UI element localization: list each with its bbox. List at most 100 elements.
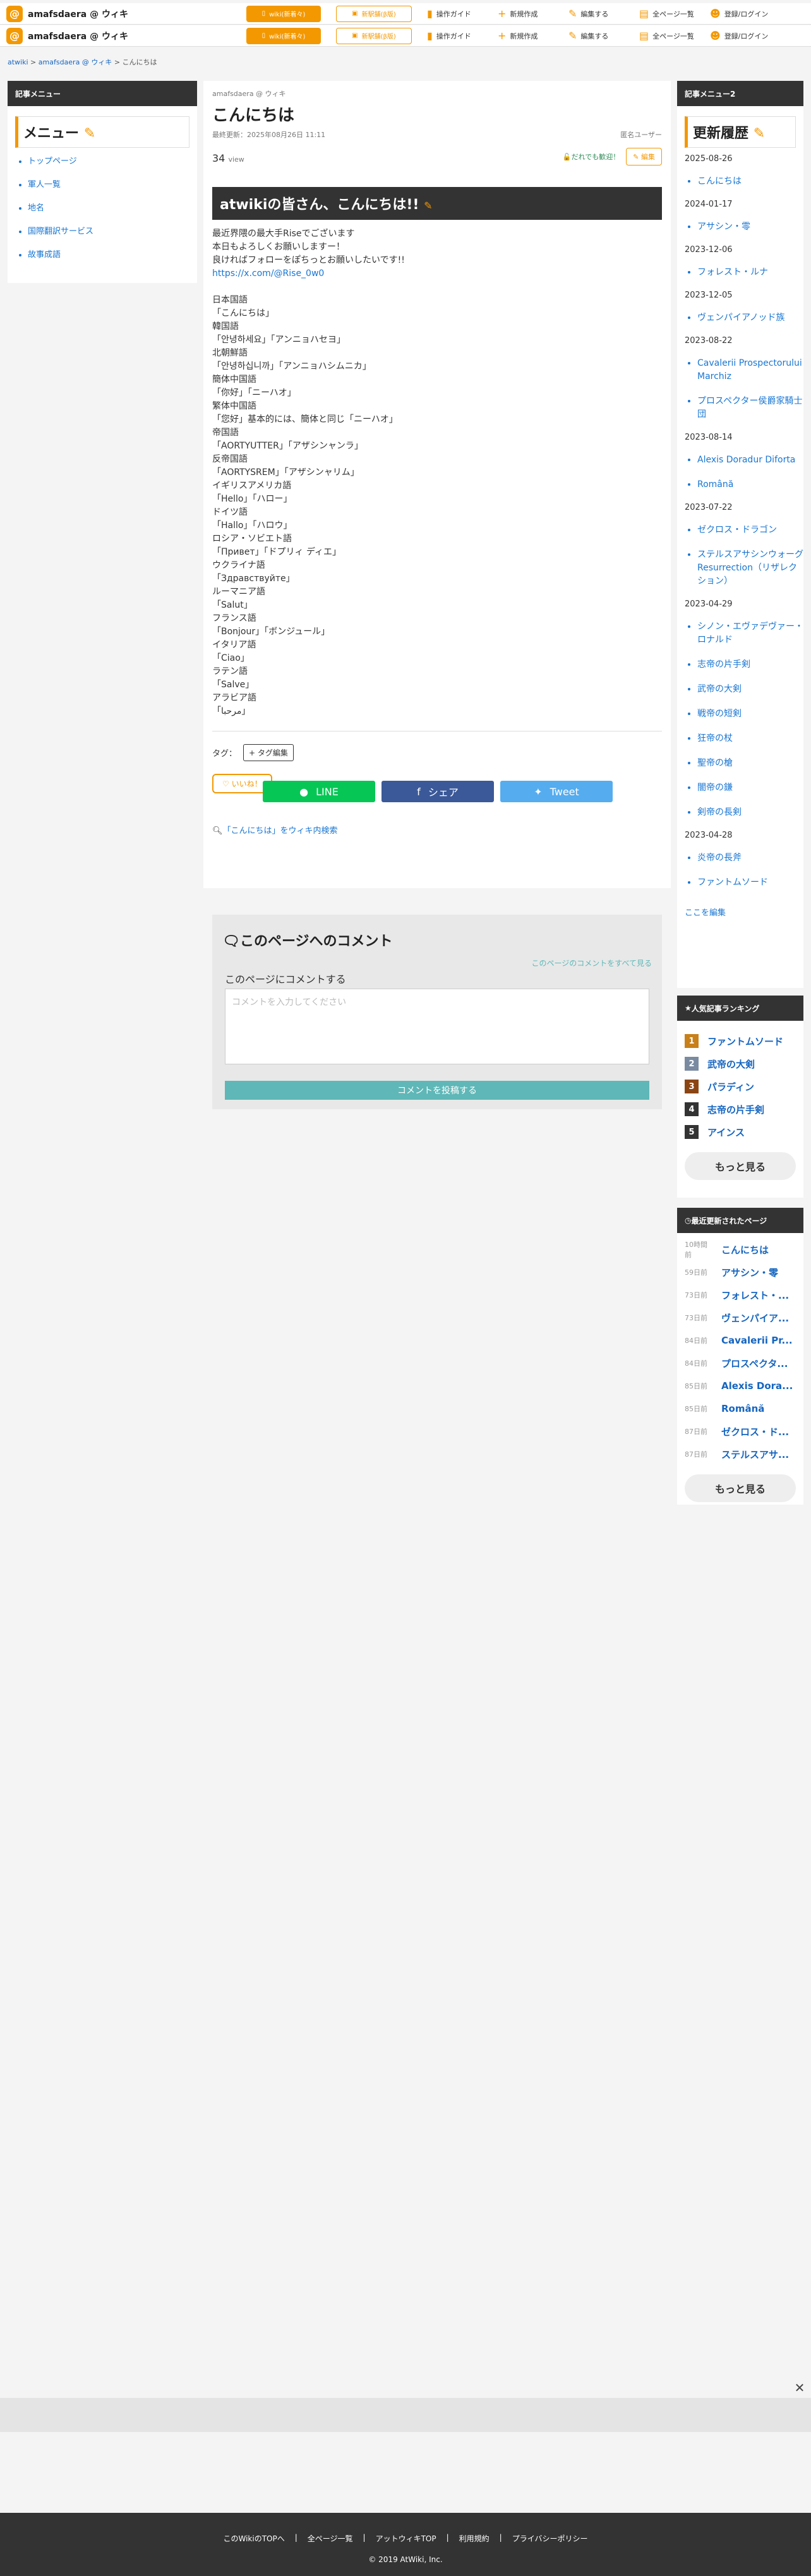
pencil-icon[interactable]: ✎: [84, 126, 95, 141]
history-item[interactable]: アサシン・零: [697, 220, 803, 234]
recent-link[interactable]: アサシン・零: [721, 1266, 778, 1279]
history-item[interactable]: Cavalerii Prospectorului Marchiz: [697, 357, 803, 383]
ranking-item[interactable]: 1 ファントムソード: [677, 1030, 803, 1052]
edit-sidebar-link[interactable]: ここを編集: [685, 908, 726, 918]
history-item[interactable]: ヴェンパイアノッド族: [697, 311, 803, 325]
recent-link[interactable]: Alexis Dora...: [721, 1380, 793, 1392]
pencil-icon[interactable]: ✎: [424, 200, 432, 212]
recent-link[interactable]: ゼクロス・ド...: [721, 1425, 789, 1438]
history-item[interactable]: 剣帝の長剣: [697, 806, 803, 819]
history-item[interactable]: ステルスアサシンウォーグResurrection（リザレクション）: [697, 548, 803, 588]
recent-item[interactable]: 87日前 ゼクロス・ド...: [677, 1420, 803, 1443]
ranking-link[interactable]: アインス: [707, 1126, 745, 1139]
history-item[interactable]: 狂帝の杖: [697, 732, 803, 745]
menu-item[interactable]: 故事成語: [28, 248, 197, 260]
recent-link[interactable]: ヴェンパイア...: [721, 1311, 789, 1325]
see-all-comments-link[interactable]: このページのコメントをすべて見る: [212, 950, 662, 968]
pencil-icon[interactable]: ✎: [754, 126, 765, 141]
history-item[interactable]: ゼクロス・ドラゴン: [697, 524, 803, 537]
footer-link[interactable]: アットウィキTOP: [376, 2533, 436, 2544]
recent-item[interactable]: 59日前 アサシン・零: [677, 1261, 803, 1284]
recent-item[interactable]: 85日前 Alexis Dora...: [677, 1375, 803, 1397]
twitter-share-button[interactable]: ✦ Tweet: [500, 781, 613, 802]
site-logo[interactable]: @ amafsdaera @ ウィキ: [6, 5, 246, 22]
article-link[interactable]: https://x.com/@Rise_0w0: [212, 267, 662, 280]
site-name[interactable]: amafsdaera @ ウィキ: [28, 8, 128, 20]
recent-item[interactable]: 73日前 ヴェンパイア...: [677, 1306, 803, 1329]
tag-edit-button[interactable]: + タグ編集: [243, 744, 294, 761]
footer-link[interactable]: 利用規約: [459, 2533, 490, 2544]
menu-link[interactable]: 故事成語: [28, 250, 61, 260]
ranking-link[interactable]: 武帝の大剣: [707, 1057, 755, 1071]
search-link-text[interactable]: 「こんにちは」をウィキ内検索: [223, 826, 338, 836]
recent-item[interactable]: 84日前 Cavalerii Pr...: [677, 1329, 803, 1352]
facebook-share-button[interactable]: f シェア: [381, 781, 494, 802]
more-ranking-button[interactable]: もっと見る: [685, 1152, 796, 1180]
breadcrumb-link[interactable]: atwiki: [8, 58, 28, 66]
recent-item[interactable]: 87日前 ステルスアサ...: [677, 1443, 803, 1466]
nav-login[interactable]: ☻ 登録/ログイン: [710, 8, 781, 20]
recent-link[interactable]: フォレスト・...: [721, 1289, 789, 1302]
nav-all-pages[interactable]: ▤ 全ページ一覧: [639, 8, 710, 20]
history-item[interactable]: 戦帝の短剣: [697, 707, 803, 721]
footer-link[interactable]: 全ページ一覧: [308, 2533, 353, 2544]
recent-link[interactable]: Cavalerii Pr...: [721, 1335, 793, 1346]
menu-link[interactable]: 国際翻訳サービス: [28, 227, 93, 236]
breadcrumb-link[interactable]: amafsdaera @ ウィキ: [39, 58, 112, 66]
close-icon[interactable]: ✕: [791, 2379, 808, 2397]
comment-input[interactable]: コメントを入力してください: [225, 989, 649, 1064]
wiki-search-link[interactable]: 🔍︎「こんにちは」をウィキ内検索: [203, 806, 671, 853]
history-item[interactable]: こんにちは: [697, 175, 803, 188]
ranking-link[interactable]: 志帝の片手剣: [707, 1103, 764, 1116]
recent-item[interactable]: 84日前 プロスペクタ...: [677, 1352, 803, 1375]
history-item[interactable]: 炎帝の長斧: [697, 852, 803, 865]
recent-item[interactable]: 10時間前 こんにちは: [677, 1238, 803, 1261]
menu-link[interactable]: 軍人一覧: [28, 180, 61, 190]
shop-button[interactable]: ▣ 新駅舗(β版): [336, 27, 412, 44]
history-item[interactable]: プロスペクター侯爵家騎士団: [697, 395, 803, 421]
site-name[interactable]: amafsdaera @ ウィキ: [28, 30, 128, 42]
nav-guide[interactable]: ▮ 操作ガイド: [427, 30, 498, 42]
shop-button[interactable]: ▣ 新駅舗(β版): [336, 5, 412, 22]
menu-link[interactable]: 地名: [28, 203, 44, 213]
menu-link[interactable]: トップページ: [28, 157, 77, 166]
more-recent-button[interactable]: もっと見る: [685, 1474, 796, 1502]
ranking-item[interactable]: 3 パラディン: [677, 1075, 803, 1098]
edit-button[interactable]: ✎ 編集: [626, 148, 662, 166]
menu-item[interactable]: 国際翻訳サービス: [28, 224, 197, 236]
footer-link[interactable]: このWikiのTOPへ: [224, 2533, 285, 2544]
nav-new[interactable]: + 新規作成: [498, 30, 568, 42]
nav-edit[interactable]: ✎ 編集する: [568, 30, 639, 42]
history-item[interactable]: シノン・エヴァデヴァー・ロナルド: [697, 620, 803, 647]
nav-new[interactable]: + 新規作成: [498, 8, 568, 20]
nav-all-pages[interactable]: ▤ 全ページ一覧: [639, 30, 710, 42]
recent-link[interactable]: Română: [721, 1403, 764, 1414]
menu-item[interactable]: 軍人一覧: [28, 178, 197, 190]
site-logo[interactable]: @ amafsdaera @ ウィキ: [6, 27, 246, 44]
wiki-button[interactable]: ▯ wiki(新着々): [246, 5, 321, 22]
ranking-item[interactable]: 5 アインス: [677, 1121, 803, 1143]
menu-item[interactable]: トップページ: [28, 154, 197, 166]
ranking-item[interactable]: 4 志帝の片手剣: [677, 1098, 803, 1121]
recent-link[interactable]: ステルスアサ...: [721, 1448, 789, 1461]
menu-item[interactable]: 地名: [28, 201, 197, 213]
history-item[interactable]: 聖帝の槍: [697, 757, 803, 770]
nav-edit[interactable]: ✎ 編集する: [568, 8, 639, 20]
history-item[interactable]: 闇帝の鎌: [697, 781, 803, 795]
wiki-button[interactable]: ▯ wiki(新着々): [246, 27, 321, 44]
nav-guide[interactable]: ▮ 操作ガイド: [427, 8, 498, 20]
recent-link[interactable]: プロスペクタ...: [721, 1357, 788, 1370]
footer-link[interactable]: プライバシーポリシー: [512, 2533, 588, 2544]
history-item[interactable]: ファントムソード: [697, 876, 803, 889]
recent-item[interactable]: 73日前 フォレスト・...: [677, 1284, 803, 1306]
recent-item[interactable]: 85日前 Română: [677, 1397, 803, 1420]
ranking-item[interactable]: 2 武帝の大剣: [677, 1052, 803, 1075]
nav-login[interactable]: ☻ 登録/ログイン: [710, 30, 781, 42]
comment-submit-button[interactable]: コメントを投稿する: [225, 1081, 649, 1100]
ranking-link[interactable]: パラディン: [707, 1080, 754, 1093]
history-item[interactable]: 志帝の片手剣: [697, 658, 803, 671]
history-item[interactable]: Română: [697, 478, 803, 491]
ranking-link[interactable]: ファントムソード: [707, 1035, 783, 1048]
history-item[interactable]: Alexis Doradur Diforta: [697, 454, 803, 467]
history-item[interactable]: フォレスト・ルナ: [697, 266, 803, 279]
